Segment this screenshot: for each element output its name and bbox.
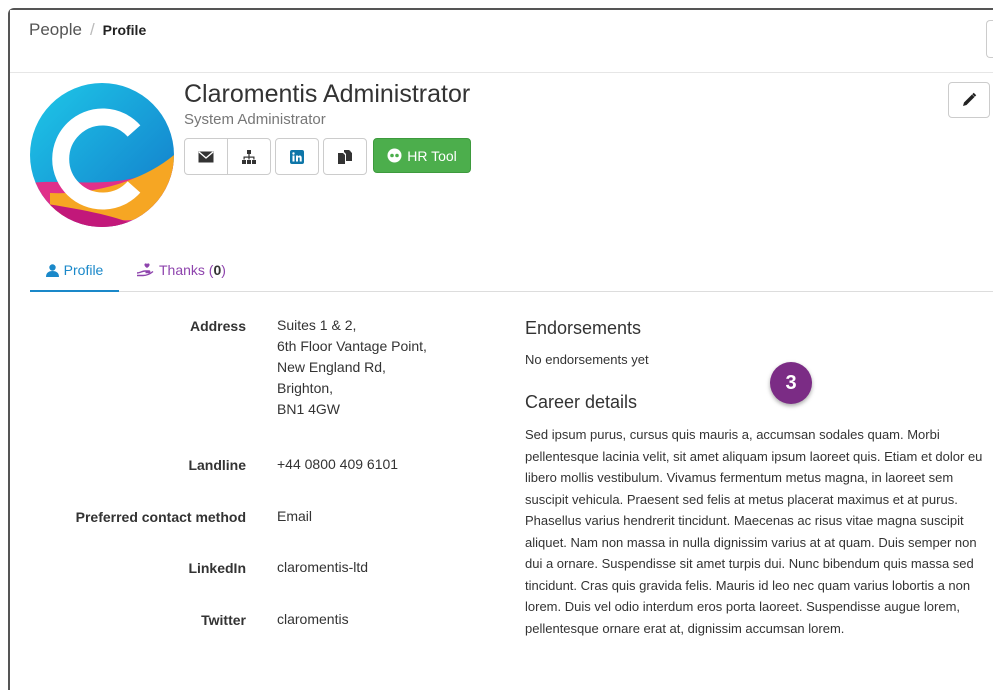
twitter-label: Twitter	[201, 612, 246, 628]
endorsements-title: Endorsements	[525, 318, 642, 338]
breadcrumb-people-link[interactable]: People	[29, 20, 82, 39]
address-line: BN1 4GW	[277, 401, 341, 417]
career-text: Sed ipsum purus, cursus quis mauris a, a…	[525, 427, 983, 636]
page-header	[10, 10, 993, 73]
endorsements-empty-text: No endorsements yet	[525, 352, 649, 367]
preferred-contact-label: Preferred contact method	[75, 509, 246, 525]
edit-profile-button[interactable]	[948, 82, 990, 118]
hr-tool-button[interactable]: HR Tool	[373, 138, 471, 173]
org-chart-button[interactable]	[228, 139, 270, 174]
step-badge: 3	[770, 362, 812, 404]
contact-button-group	[184, 138, 271, 175]
linkedin-label: LinkedIn	[188, 560, 246, 576]
address-label: Address	[189, 318, 246, 334]
documents-button-group	[323, 138, 367, 175]
address-line: Suites 1 & 2,	[277, 317, 357, 333]
profile-role: System Administrator	[184, 111, 326, 128]
linkedin-button-group	[275, 138, 319, 175]
tab-thanks[interactable]: Thanks (0)	[136, 250, 226, 290]
breadcrumb: People / Profile	[29, 20, 146, 40]
tab-thanks-label: Thanks (	[159, 262, 214, 278]
hr-tool-label: HR Tool	[407, 147, 457, 164]
org-chart-icon	[242, 149, 256, 164]
hr-tool-icon	[387, 148, 402, 163]
user-icon	[45, 263, 59, 277]
linkedin-icon	[290, 149, 304, 164]
profile-name: Claromentis Administrator	[184, 80, 471, 108]
envelope-icon	[198, 150, 214, 162]
landline-value[interactable]: +44 0800 409 6101	[277, 454, 398, 475]
address-line: New England Rd,	[277, 359, 386, 375]
breadcrumb-separator: /	[89, 20, 95, 39]
tab-thanks-close: )	[221, 262, 226, 278]
career-title: Career details	[525, 392, 638, 412]
giving-hand-icon	[136, 263, 154, 277]
documents-button[interactable]	[324, 139, 366, 174]
profile-tabs: Profile Thanks (0)	[30, 250, 993, 292]
tab-profile-label: Profile	[63, 262, 104, 278]
documents-icon	[338, 149, 352, 164]
email-button[interactable]	[185, 139, 228, 174]
linkedin-button[interactable]	[276, 139, 318, 174]
twitter-value[interactable]: claromentis	[277, 609, 349, 630]
linkedin-value[interactable]: claromentis-ltd	[277, 557, 368, 578]
profile-avatar	[30, 83, 174, 227]
tab-profile[interactable]: Profile	[30, 250, 119, 292]
address-line: 6th Floor Vantage Point,	[277, 338, 427, 354]
address-line: Brighton,	[277, 380, 334, 396]
preferred-contact-value: Email	[277, 508, 313, 524]
breadcrumb-current: Profile	[102, 22, 147, 38]
pencil-icon	[963, 92, 977, 106]
header-action-button[interactable]	[986, 20, 993, 58]
address-value: Suites 1 & 2, 6th Floor Vantage Point, N…	[277, 315, 427, 420]
landline-label: Landline	[188, 457, 246, 473]
